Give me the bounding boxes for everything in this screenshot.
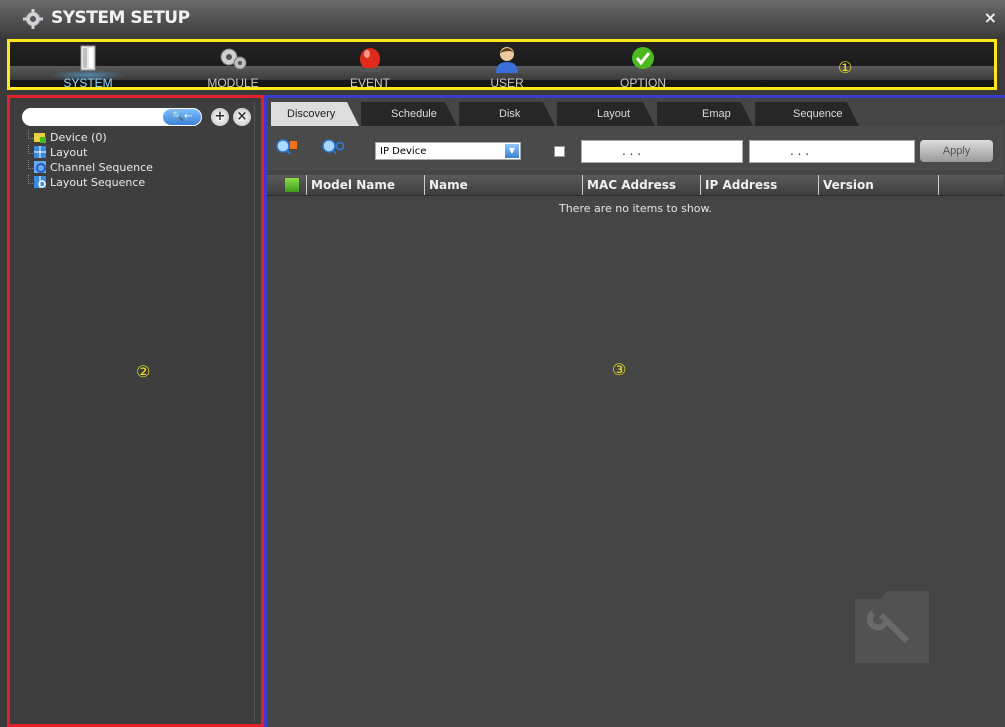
search-refresh-icon[interactable] [322, 138, 344, 156]
title-bar: SYSTEM SETUP × [0, 0, 1005, 36]
tree-item-label: Device (0) [50, 131, 107, 144]
tree-item-label: Layout Sequence [50, 176, 146, 189]
nav-system[interactable]: SYSTEM [43, 42, 133, 90]
system-icon [80, 45, 96, 71]
column-name[interactable]: Name [424, 175, 582, 195]
ip-end-value: . . . [790, 144, 810, 158]
search-icon[interactable]: 🔍 [172, 111, 184, 122]
nav-event[interactable]: EVENT [325, 42, 415, 90]
main-nav-bar: SYSTEM MODULE EVENT USER OPTION ① [7, 39, 997, 90]
nav-system-label: SYSTEM [63, 76, 113, 90]
gear-icon [23, 9, 43, 29]
setup-content-panel: Discovery Schedule Disk Layout Emap Sequ… [264, 95, 1005, 727]
tree-item-layout-sequence[interactable]: Layout Sequence [28, 175, 153, 190]
tab-sequence[interactable]: Sequence [755, 102, 859, 126]
channel-sequence-icon [34, 161, 46, 173]
user-icon [496, 47, 518, 73]
ip-range-checkbox[interactable] [554, 146, 565, 157]
nav-user[interactable]: USER [462, 42, 552, 90]
section-marker-1: ① [838, 58, 853, 77]
device-folder-icon [34, 133, 46, 143]
tab-disk[interactable]: Disk [459, 102, 555, 126]
tree-item-label: Channel Sequence [50, 161, 153, 174]
tab-bar: Discovery Schedule Disk Layout Emap Sequ… [271, 102, 1005, 126]
tree-item-layout[interactable]: Layout [28, 145, 153, 160]
search-buttons[interactable]: 🔍← [163, 109, 201, 125]
tool-watermark-icon [855, 591, 929, 663]
column-end [938, 175, 1004, 195]
nav-user-label: USER [490, 76, 524, 90]
tree-item-device[interactable]: Device (0) [28, 130, 153, 145]
device-type-select[interactable]: IP Device ▼ [375, 142, 521, 160]
delete-button[interactable]: × [233, 108, 251, 126]
apply-button[interactable]: Apply [920, 140, 993, 162]
device-tree: Device (0) Layout Channel Sequence Layou… [28, 130, 153, 190]
chevron-down-icon[interactable]: ▼ [505, 144, 519, 158]
tab-layout[interactable]: Layout [557, 102, 655, 126]
nav-module-label: MODULE [207, 76, 259, 90]
layout-grid-icon [34, 146, 46, 158]
tree-item-label: Layout [50, 146, 88, 159]
system-setup-window: SYSTEM SETUP × SYSTEM MODULE EVENT USER … [0, 0, 1005, 727]
device-tree-area: 🔍← + × Device (0) Layout Channel Sequenc… [14, 102, 255, 722]
empty-message: There are no items to show. [558, 202, 713, 215]
event-siren-icon [360, 48, 380, 72]
close-button[interactable]: × [984, 9, 997, 27]
section-marker-3: ③ [612, 360, 627, 379]
column-model-name[interactable]: Model Name [306, 175, 424, 195]
nav-module[interactable]: MODULE [188, 42, 278, 90]
tree-item-channel-sequence[interactable]: Channel Sequence [28, 160, 153, 175]
back-arrow-icon[interactable]: ← [184, 111, 192, 122]
discovery-toolbar: IP Device ▼ . . . . . . Apply [267, 126, 1004, 170]
device-type-value: IP Device [380, 146, 427, 157]
nav-event-label: EVENT [349, 76, 390, 90]
column-version[interactable]: Version [818, 175, 938, 195]
section-marker-2: ② [136, 362, 151, 381]
search-stop-icon[interactable] [276, 138, 298, 156]
device-tree-panel: 🔍← + × Device (0) Layout Channel Sequenc… [7, 95, 264, 727]
window-title: SYSTEM SETUP [51, 8, 190, 28]
search-box: 🔍← [22, 108, 202, 126]
module-gears-icon [220, 48, 247, 70]
search-input[interactable] [30, 110, 160, 124]
option-check-icon [632, 47, 654, 69]
nav-option-label: OPTION [619, 76, 666, 90]
tab-discovery[interactable]: Discovery [271, 102, 359, 126]
add-button[interactable]: + [211, 108, 229, 126]
nav-option[interactable]: OPTION [598, 42, 688, 90]
flash-icon[interactable] [285, 178, 299, 192]
device-grid-header: Model Name Name MAC Address IP Address V… [267, 175, 1004, 196]
ip-end-field[interactable]: . . . [749, 140, 915, 163]
tab-schedule[interactable]: Schedule [361, 102, 457, 126]
ip-start-field[interactable]: . . . [581, 140, 743, 163]
column-mac-address[interactable]: MAC Address [582, 175, 700, 195]
tab-emap[interactable]: Emap [657, 102, 753, 126]
layout-sequence-icon [34, 176, 46, 188]
column-ip-address[interactable]: IP Address [700, 175, 818, 195]
ip-start-value: . . . [622, 144, 642, 158]
